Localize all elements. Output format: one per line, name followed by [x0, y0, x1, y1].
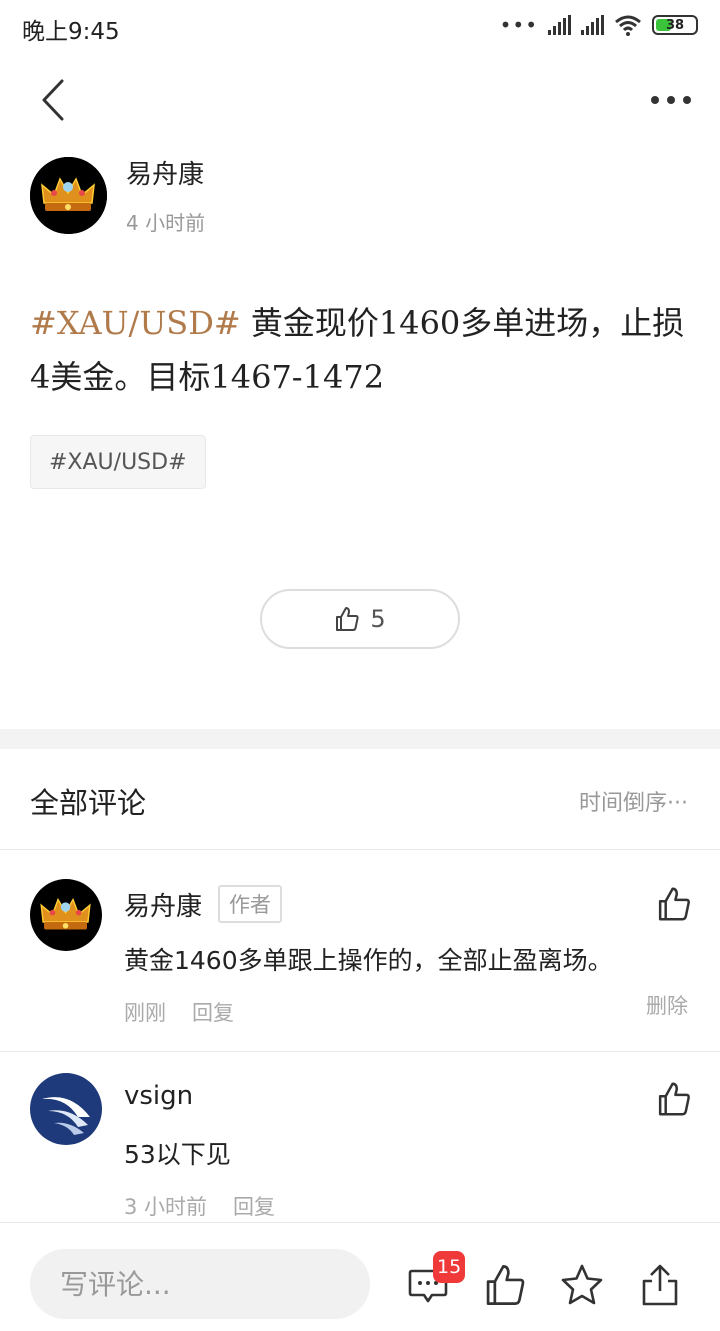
post-hashtag-link[interactable]: #XAU/USD#: [30, 304, 241, 342]
battery-icon: 38: [652, 15, 698, 35]
comment-input[interactable]: [30, 1249, 370, 1319]
star-icon[interactable]: [560, 1263, 604, 1307]
reply-button[interactable]: 回复: [233, 1191, 275, 1221]
delete-button[interactable]: 删除: [646, 990, 688, 1020]
comment-avatar[interactable]: [30, 1073, 102, 1145]
post-body: #XAU/USD# 黄金现价1460多单进场，止损4美金。目标1467-1472: [30, 296, 700, 404]
status-icons: ••• 38: [500, 14, 698, 36]
back-button[interactable]: [28, 72, 78, 128]
post-time: 4 小时前: [126, 211, 206, 235]
comment-like-icon[interactable]: [656, 1081, 692, 1117]
author-name[interactable]: 易舟康: [126, 154, 204, 191]
more-horizontal-icon: [651, 96, 691, 104]
post-like-count: 5: [370, 605, 386, 633]
section-divider: [0, 729, 720, 749]
comment-divider: [0, 1051, 720, 1052]
comment-meta: 3 小时前 回复: [124, 1191, 275, 1221]
thumbs-up-icon[interactable]: [483, 1263, 527, 1307]
notification-dots-icon: •••: [499, 13, 538, 37]
status-bar: 晚上9:45 ••• 38: [0, 0, 720, 54]
author-avatar[interactable]: [30, 157, 107, 234]
comments-header-divider: [0, 849, 720, 850]
comments-title: 全部评论: [30, 786, 147, 820]
share-icon[interactable]: [638, 1263, 682, 1307]
comment-like-icon[interactable]: [656, 886, 692, 922]
bottom-action-bar: 15: [0, 1222, 720, 1331]
comment-time: 3 小时前: [124, 1195, 208, 1219]
thumbs-up-icon: [336, 607, 359, 631]
sort-order-button[interactable]: 时间倒序···: [579, 785, 688, 817]
chevron-left-icon: [42, 79, 64, 121]
signal-icon-2: [581, 15, 604, 35]
crown-avatar-icon: [30, 157, 107, 234]
crown-avatar-icon: [30, 879, 102, 951]
comment-author-name[interactable]: vsign: [124, 1081, 193, 1111]
sort-more-icon: ···: [667, 791, 688, 816]
comment-time: 刚刚: [124, 1001, 166, 1025]
comment-avatar[interactable]: [30, 879, 102, 951]
battery-level: 38: [665, 17, 685, 33]
comment-count-badge: 15: [433, 1251, 466, 1283]
more-options-button[interactable]: [646, 80, 696, 120]
post-like-button[interactable]: 5: [260, 589, 460, 649]
comment-text: 黄金1460多单跟上操作的，全部止盈离场。: [124, 946, 613, 975]
comment-meta: 刚刚 回复: [124, 997, 234, 1027]
comment-text: 53以下见: [124, 1140, 231, 1169]
wing-avatar-icon: [30, 1073, 102, 1145]
wifi-icon: [615, 15, 641, 36]
comment-author-name[interactable]: 易舟康: [124, 886, 202, 923]
author-badge: 作者: [218, 885, 282, 923]
topic-tag-chip[interactable]: #XAU/USD#: [30, 435, 206, 489]
status-time: 晚上9:45: [22, 19, 120, 45]
reply-button[interactable]: 回复: [192, 997, 234, 1027]
signal-icon: [548, 15, 571, 35]
sort-order-label: 时间倒序: [579, 791, 668, 816]
